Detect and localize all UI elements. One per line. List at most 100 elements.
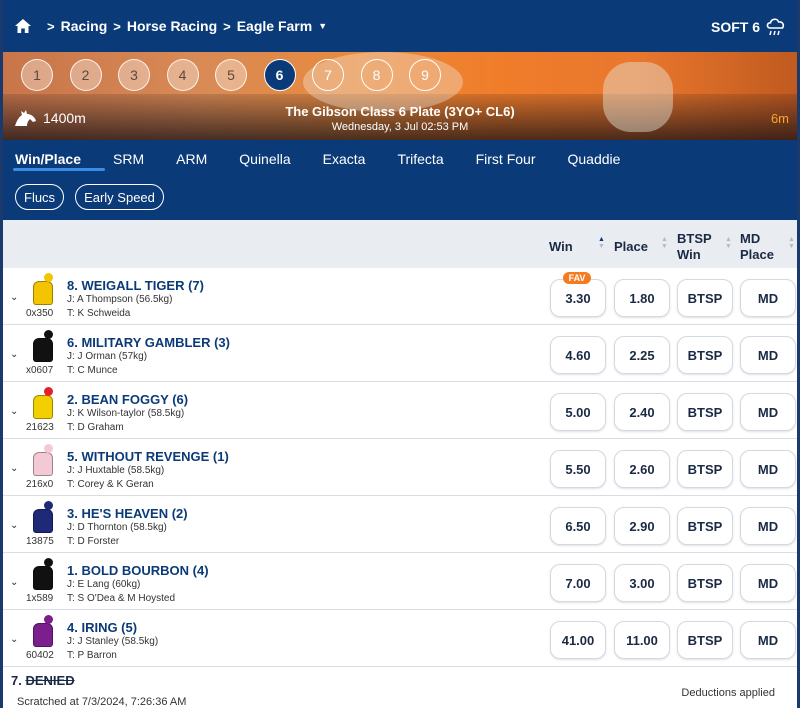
runner-trainer: T: D Graham: [67, 422, 124, 433]
btsp-button[interactable]: BTSP: [677, 507, 733, 545]
win-odds-button[interactable]: 5.50: [550, 450, 606, 488]
btsp-button[interactable]: BTSP: [677, 393, 733, 431]
sort-md-icon[interactable]: ▲ ▼: [788, 236, 795, 250]
place-odds-button[interactable]: 2.60: [614, 450, 670, 488]
sort-win-icon[interactable]: ▲ ▼: [598, 236, 605, 250]
chevron-down-icon[interactable]: ⌄: [10, 577, 18, 588]
chevron-down-icon[interactable]: ⌄: [10, 634, 18, 645]
race-number-3[interactable]: 3: [118, 59, 150, 91]
win-odds-button[interactable]: 3.30: [550, 279, 606, 317]
runner-form: 21623: [26, 422, 54, 433]
win-odds-button[interactable]: 41.00: [550, 621, 606, 659]
md-button[interactable]: MD: [740, 621, 796, 659]
column-win[interactable]: Win: [549, 239, 573, 255]
win-odds-button[interactable]: 7.00: [550, 564, 606, 602]
runner-form: 1x589: [26, 593, 54, 604]
tab-win-place[interactable]: Win/Place: [15, 145, 81, 167]
race-number-9[interactable]: 9: [409, 59, 441, 91]
column-btsp-win[interactable]: BTSP Win: [677, 231, 712, 263]
tab-trifecta[interactable]: Trifecta: [397, 145, 443, 167]
runner-name[interactable]: 5. WITHOUT REVENGE (1): [67, 449, 229, 464]
column-btsp-win-line1: BTSP: [677, 231, 712, 246]
place-odds-button[interactable]: 3.00: [614, 564, 670, 602]
runner-name[interactable]: 8. WEIGALL TIGER (7): [67, 278, 204, 293]
md-button[interactable]: MD: [740, 507, 796, 545]
race-number-2[interactable]: 2: [69, 59, 102, 91]
silk-cap: [44, 330, 53, 339]
runner-name[interactable]: 1. BOLD BOURBON (4): [67, 563, 209, 578]
race-number-6[interactable]: 6: [263, 59, 296, 91]
column-md-place[interactable]: MD Place: [740, 231, 774, 263]
silk-cap: [44, 615, 53, 624]
md-button[interactable]: MD: [740, 336, 796, 374]
breadcrumb-venue[interactable]: Eagle Farm: [237, 18, 312, 34]
race-hero-banner: 123456789 1400m The Gibson Class 6 Plate…: [3, 52, 797, 140]
win-odds-button[interactable]: 4.60: [550, 336, 606, 374]
race-number-1[interactable]: 1: [21, 59, 53, 91]
runner-name[interactable]: 2. BEAN FOGGY (6): [67, 392, 188, 407]
jockey-silk-icon: [31, 387, 55, 421]
chevron-down-icon[interactable]: ⌄: [10, 520, 18, 531]
tab-srm[interactable]: SRM: [113, 145, 144, 167]
scratched-runner-name: 7. DENIED: [11, 673, 75, 688]
tab-quaddie[interactable]: Quaddie: [568, 145, 621, 167]
win-odds-button[interactable]: 5.00: [550, 393, 606, 431]
caret-down-icon[interactable]: ▼: [318, 21, 327, 31]
race-datetime: Wednesday, 3 Jul 02:53 PM: [331, 121, 469, 133]
runner-jockey: J: E Lang (60kg): [67, 579, 141, 590]
breadcrumb-horse-racing[interactable]: Horse Racing: [127, 18, 217, 34]
runner-name[interactable]: 6. MILITARY GAMBLER (3): [67, 335, 230, 350]
md-button[interactable]: MD: [740, 279, 796, 317]
column-place[interactable]: Place: [614, 239, 648, 255]
breadcrumb-racing[interactable]: Racing: [61, 18, 108, 34]
place-odds-button[interactable]: 2.90: [614, 507, 670, 545]
silk-cap: [44, 558, 53, 567]
btsp-button[interactable]: BTSP: [677, 564, 733, 602]
btsp-button[interactable]: BTSP: [677, 621, 733, 659]
chevron-down-icon[interactable]: ⌄: [10, 292, 18, 303]
column-md-place-line1: MD: [740, 231, 761, 246]
silk-body: [33, 281, 53, 305]
breadcrumb: > Racing > Horse Racing > Eagle Farm ▼: [15, 18, 327, 34]
jockey-silk-icon: [31, 558, 55, 592]
place-odds-button[interactable]: 2.25: [614, 336, 670, 374]
runner-row: ⌄ 21623 2. BEAN FOGGY (6) J: K Wilson-taylo…: [3, 382, 797, 439]
scratched-name: DENIED: [25, 673, 75, 688]
odds-table-header: Win ▲ ▼ Place ▲ ▼ BTSP Win ▲ ▼ MD Place ▲ ▼: [3, 220, 797, 268]
race-number-5[interactable]: 5: [215, 59, 247, 91]
tab-first-four[interactable]: First Four: [476, 145, 536, 167]
win-odds-button[interactable]: 6.50: [550, 507, 606, 545]
early-speed-button[interactable]: Early Speed: [75, 184, 164, 210]
sort-btsp-icon[interactable]: ▲ ▼: [725, 236, 732, 250]
runner-form: 60402: [26, 650, 54, 661]
sort-place-icon[interactable]: ▲ ▼: [661, 236, 668, 250]
place-odds-button[interactable]: 2.40: [614, 393, 670, 431]
runner-row: ⌄ 13875 3. HE'S HEAVEN (2) J: D Thornton (5…: [3, 496, 797, 553]
place-odds-button[interactable]: 1.80: [614, 279, 670, 317]
tab-exacta[interactable]: Exacta: [323, 145, 366, 167]
home-icon[interactable]: [15, 19, 31, 33]
chevron-right-icon: >: [47, 18, 55, 34]
btsp-button[interactable]: BTSP: [677, 336, 733, 374]
md-button[interactable]: MD: [740, 450, 796, 488]
race-number-7[interactable]: 7: [312, 59, 344, 91]
chevron-down-icon[interactable]: ⌄: [10, 349, 18, 360]
runner-jockey: J: J Orman (57kg): [67, 351, 148, 362]
tab-quinella[interactable]: Quinella: [239, 145, 290, 167]
btsp-button[interactable]: BTSP: [677, 279, 733, 317]
btsp-button[interactable]: BTSP: [677, 450, 733, 488]
bet-type-tabs: Win/Place SRM ARM Quinella Exacta Trifecta Fir…: [3, 140, 797, 220]
runner-name[interactable]: 3. HE'S HEAVEN (2): [67, 506, 188, 521]
race-number-4[interactable]: 4: [166, 59, 199, 91]
flucs-button[interactable]: Flucs: [15, 184, 65, 210]
tab-arm[interactable]: ARM: [176, 145, 207, 167]
runner-name[interactable]: 4. IRING (5): [67, 620, 137, 635]
jockey-silk-icon: [31, 330, 55, 364]
chevron-down-icon[interactable]: ⌄: [10, 463, 18, 474]
race-number-8[interactable]: 8: [360, 59, 393, 91]
chevron-down-icon[interactable]: ⌄: [10, 406, 18, 417]
race-countdown: 6m: [770, 111, 789, 126]
md-button[interactable]: MD: [740, 564, 796, 602]
md-button[interactable]: MD: [740, 393, 796, 431]
place-odds-button[interactable]: 11.00: [614, 621, 670, 659]
